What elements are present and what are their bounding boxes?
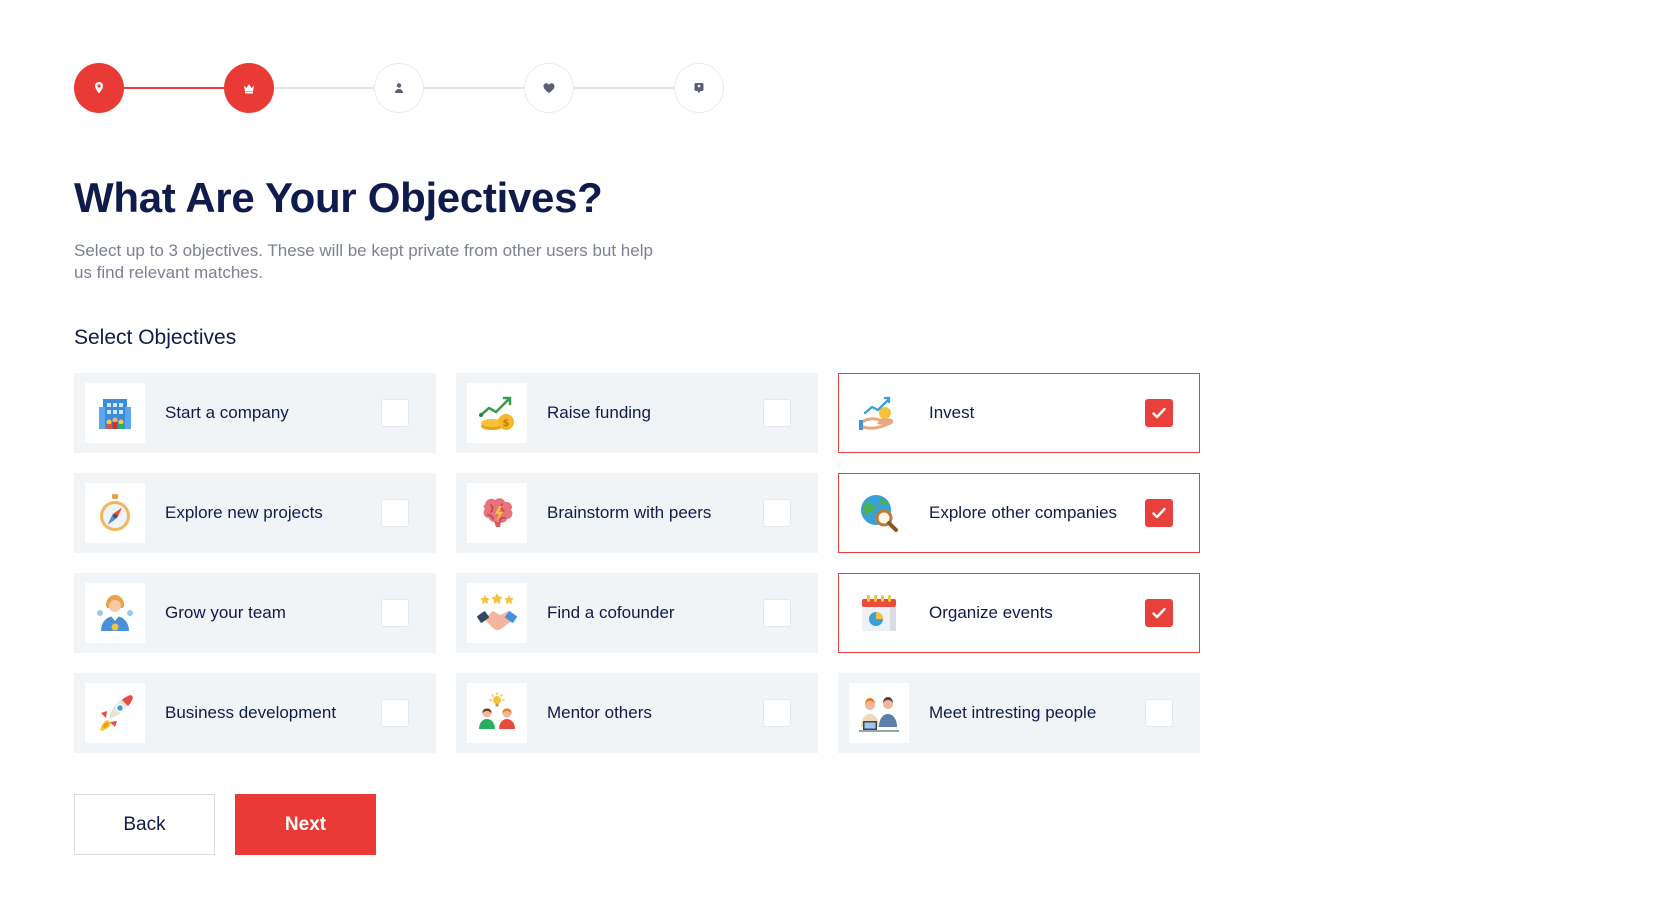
objective-label: Explore other companies <box>929 503 1118 522</box>
compass-icon <box>93 491 137 535</box>
svg-text:$: $ <box>503 418 510 429</box>
objective-label: Business development <box>165 703 337 722</box>
objective-checkbox[interactable] <box>1145 499 1173 527</box>
objective-card[interactable]: Start a company <box>74 373 436 453</box>
step-connector <box>274 87 374 89</box>
objective-card[interactable]: Find a cofounder <box>456 573 818 653</box>
calendar-icon <box>857 591 901 635</box>
heart-icon <box>542 81 556 95</box>
objective-card[interactable]: Grow your team <box>74 573 436 653</box>
back-button[interactable]: Back <box>74 794 215 855</box>
globe-search-icon <box>857 491 901 535</box>
step-connector <box>424 87 524 89</box>
step-connector <box>574 87 674 89</box>
objective-card[interactable]: Explore other companies <box>838 473 1200 553</box>
objective-checkbox[interactable] <box>763 499 791 527</box>
person-icon <box>392 81 406 95</box>
objective-checkbox[interactable] <box>381 399 409 427</box>
mentor-icon <box>475 691 519 735</box>
objective-card[interactable]: Brainstorm with peers <box>456 473 818 553</box>
step-1[interactable] <box>74 63 124 113</box>
objective-label: Explore new projects <box>165 503 323 522</box>
crown-icon <box>242 81 256 95</box>
objective-card[interactable]: Meet intresting people <box>838 673 1200 753</box>
step-3[interactable] <box>374 63 424 113</box>
step-connector <box>124 87 224 89</box>
page-subtitle: Select up to 3 objectives. These will be… <box>74 241 653 282</box>
people-meeting-icon <box>857 691 901 735</box>
objective-label: Raise funding <box>547 403 651 422</box>
objective-label: Start a company <box>165 403 289 422</box>
objective-checkbox[interactable] <box>763 699 791 727</box>
objective-card[interactable]: Mentor others <box>456 673 818 753</box>
objective-label: Meet intresting people <box>929 703 1097 722</box>
step-5[interactable] <box>674 63 724 113</box>
section-title: Select Objectives <box>74 326 237 349</box>
progress-stepper <box>74 63 724 113</box>
objective-checkbox[interactable] <box>1145 599 1173 627</box>
objective-card[interactable]: Business development <box>74 673 436 753</box>
badge-icon <box>692 81 706 95</box>
rocket-icon <box>93 691 137 735</box>
next-button[interactable]: Next <box>235 794 376 855</box>
objective-checkbox[interactable] <box>1145 399 1173 427</box>
location-pin-icon <box>92 81 106 95</box>
office-building-icon <box>93 391 137 435</box>
objective-label: Organize events <box>929 603 1053 622</box>
objective-label: Find a cofounder <box>547 603 675 622</box>
objective-card[interactable]: Explore new projects <box>74 473 436 553</box>
objective-checkbox[interactable] <box>381 699 409 727</box>
objectives-grid: Start a company $ Raise funding Invest E… <box>74 373 1200 753</box>
handshake-icon <box>475 591 519 635</box>
page-title: What Are Your Objectives? <box>74 174 603 221</box>
step-4[interactable] <box>524 63 574 113</box>
step-2[interactable] <box>224 63 274 113</box>
investment-hand-icon <box>857 391 901 435</box>
objective-label: Invest <box>929 403 975 422</box>
objectives-page: What Are Your Objectives? Select up to 3… <box>0 0 1663 897</box>
objective-checkbox[interactable] <box>381 499 409 527</box>
objective-checkbox[interactable] <box>381 599 409 627</box>
funding-growth-icon: $ <box>475 391 519 435</box>
objective-label: Mentor others <box>547 703 652 722</box>
objective-checkbox[interactable] <box>763 399 791 427</box>
objective-card[interactable]: Invest <box>838 373 1200 453</box>
objective-label: Brainstorm with peers <box>547 503 712 522</box>
objective-label: Grow your team <box>165 603 286 622</box>
objective-card[interactable]: Organize events <box>838 573 1200 653</box>
brain-icon <box>475 491 519 535</box>
objective-checkbox[interactable] <box>1145 699 1173 727</box>
team-member-icon <box>93 591 137 635</box>
objective-card[interactable]: $ Raise funding <box>456 373 818 453</box>
objective-checkbox[interactable] <box>763 599 791 627</box>
